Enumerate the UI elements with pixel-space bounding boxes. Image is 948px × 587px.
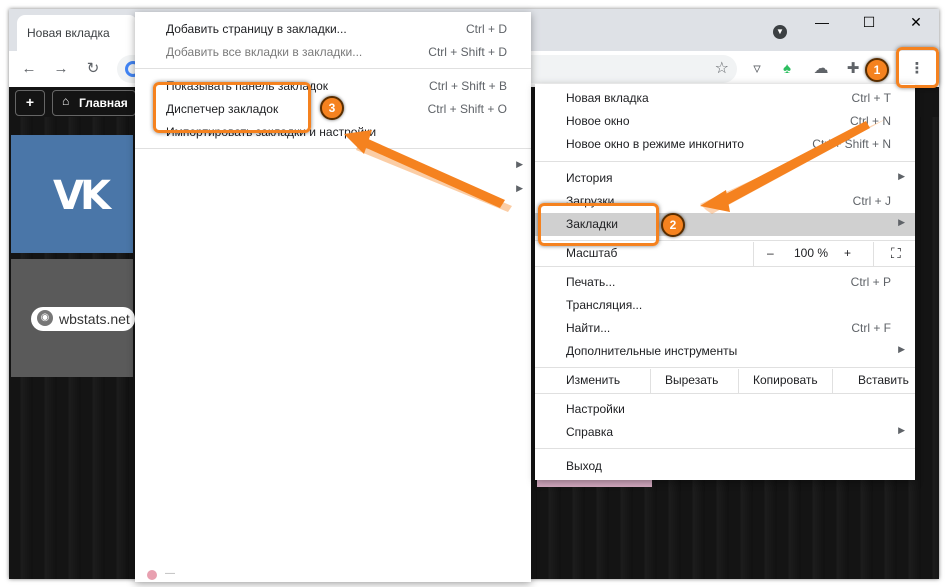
annotation-arrows	[344, 118, 888, 214]
step-badge-2: 2	[661, 213, 685, 237]
callout-menu-button	[896, 47, 939, 88]
callout-bookmarks	[538, 203, 659, 246]
arrowhead-2	[700, 190, 730, 212]
step-badge-3: 3	[320, 96, 344, 120]
step-badge-1: 1	[865, 58, 889, 82]
arrow-3	[362, 138, 505, 208]
arrow-2	[718, 121, 870, 208]
